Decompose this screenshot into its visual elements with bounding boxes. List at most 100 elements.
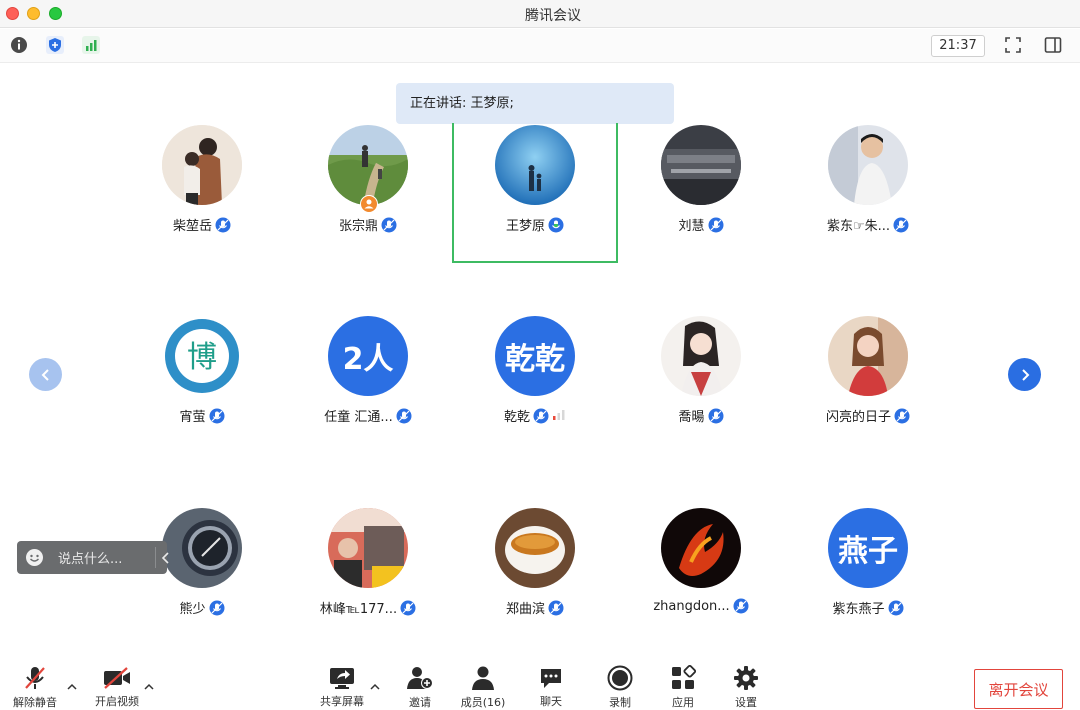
mic-icon bbox=[548, 600, 564, 616]
participant-name: 紫东☞朱... bbox=[826, 219, 891, 234]
participant-tile[interactable]: 喬暘 bbox=[618, 316, 784, 446]
participant-tile[interactable]: 燕子 紫东燕子 bbox=[785, 508, 951, 638]
share-options-chevron-icon[interactable] bbox=[369, 682, 381, 692]
participant-tile[interactable]: 博 宵萤 bbox=[119, 316, 285, 446]
avatar bbox=[495, 508, 575, 588]
members-button[interactable]: 成员(16) bbox=[458, 665, 508, 709]
avatar-initial: 燕子 bbox=[838, 534, 898, 569]
fullscreen-icon[interactable] bbox=[1002, 34, 1024, 56]
weak-signal-icon bbox=[552, 408, 566, 424]
avatar bbox=[495, 125, 575, 205]
apps-label: 应用 bbox=[672, 696, 694, 709]
meeting-time: 21:37 bbox=[931, 35, 985, 57]
mic-icon bbox=[733, 598, 749, 614]
mic-icon bbox=[209, 600, 225, 616]
info-icon[interactable] bbox=[8, 34, 30, 56]
participant-name: 闪亮的日子 bbox=[825, 410, 891, 425]
apps-grid-icon bbox=[668, 665, 698, 691]
shield-icon[interactable] bbox=[44, 34, 66, 56]
collapse-chevron-icon[interactable] bbox=[161, 552, 171, 564]
mic-icon bbox=[888, 600, 904, 616]
avatar bbox=[328, 125, 408, 205]
members-icon bbox=[468, 665, 498, 691]
record-button[interactable]: 录制 bbox=[605, 665, 635, 709]
participant-tile[interactable]: 林峰℡177... bbox=[285, 508, 451, 638]
participant-tile[interactable]: zhangdon... bbox=[618, 508, 784, 638]
svg-text:博: 博 bbox=[187, 340, 217, 375]
participant-name: 张宗鼎 bbox=[338, 219, 378, 234]
settings-label: 设置 bbox=[735, 696, 757, 709]
bottom-toolbar: 解除静音 开启视频 共享屏幕 邀请 成员(16) 聊天 录制 应用 设置 bbox=[0, 657, 1080, 710]
participant-name: 柴堃岳 bbox=[172, 219, 212, 234]
participant-name: 喬暘 bbox=[678, 410, 705, 425]
next-page-button[interactable] bbox=[1008, 358, 1041, 391]
avatar: 博 bbox=[162, 316, 242, 396]
participant-tile[interactable]: 张宗鼎 bbox=[285, 125, 451, 255]
chat-button[interactable]: 聊天 bbox=[536, 665, 566, 709]
emoji-icon[interactable] bbox=[25, 548, 44, 567]
participant-name: zhangdon... bbox=[653, 598, 730, 614]
participant-tile[interactable]: 2人 任童 汇通... bbox=[285, 316, 451, 446]
title-bar: 腾讯会议 bbox=[0, 0, 1080, 28]
avatar: 乾乾 bbox=[495, 316, 575, 396]
leave-meeting-button[interactable]: 离开会议 bbox=[974, 669, 1063, 709]
mic-icon bbox=[400, 600, 416, 616]
network-signal-icon[interactable] bbox=[80, 34, 102, 56]
gear-icon bbox=[731, 665, 761, 691]
chat-icon bbox=[536, 665, 566, 690]
participant-tile[interactable]: 刘慧 bbox=[618, 125, 784, 255]
mic-icon bbox=[381, 217, 397, 233]
avatar bbox=[661, 508, 741, 588]
avatar bbox=[162, 125, 242, 205]
quick-chat-input[interactable]: 说点什么... bbox=[17, 541, 169, 574]
participant-name: 王梦原 bbox=[505, 219, 545, 234]
mic-icon bbox=[533, 408, 549, 424]
chat-placeholder: 说点什么... bbox=[58, 552, 123, 567]
meeting-window: 腾讯会议 21:37 正在讲话: 王梦原; 柴堃岳 张宗鼎 王梦原 刘慧 紫东☞… bbox=[0, 0, 1080, 710]
members-label: 成员(16) bbox=[460, 696, 506, 709]
audio-options-chevron-icon[interactable] bbox=[66, 682, 78, 692]
participant-name: 熊少 bbox=[179, 602, 206, 617]
mic-icon bbox=[708, 408, 724, 424]
mic-icon bbox=[209, 408, 225, 424]
unmute-button[interactable]: 解除静音 bbox=[10, 665, 60, 709]
mic-icon bbox=[708, 217, 724, 233]
settings-button[interactable]: 设置 bbox=[731, 665, 761, 709]
mic-icon bbox=[893, 217, 909, 233]
participant-name: 宵萤 bbox=[179, 410, 206, 425]
avatar: 2人 bbox=[328, 316, 408, 396]
mic-icon bbox=[396, 408, 412, 424]
video-options-chevron-icon[interactable] bbox=[143, 682, 155, 692]
avatar bbox=[162, 508, 242, 588]
apps-button[interactable]: 应用 bbox=[668, 665, 698, 709]
speaking-banner: 正在讲话: 王梦原; bbox=[396, 83, 674, 124]
start-video-button[interactable]: 开启视频 bbox=[92, 665, 142, 709]
share-screen-icon bbox=[327, 665, 357, 690]
invite-button[interactable]: 邀请 bbox=[405, 665, 435, 709]
divider bbox=[155, 547, 156, 568]
participant-tile[interactable]: 闪亮的日子 bbox=[785, 316, 951, 446]
window-title: 腾讯会议 bbox=[525, 8, 581, 24]
avatar bbox=[828, 125, 908, 205]
avatar-initial: 2人 bbox=[342, 342, 394, 377]
chevron-left-icon bbox=[41, 368, 49, 381]
participant-tile[interactable]: 紫东☞朱... bbox=[785, 125, 951, 255]
participant-tile[interactable]: 郑曲滨 bbox=[452, 508, 618, 638]
sidebar-toggle-icon[interactable] bbox=[1042, 34, 1064, 56]
mic-muted-icon bbox=[20, 665, 50, 691]
camera-off-icon bbox=[102, 665, 132, 690]
mic-icon bbox=[894, 408, 910, 424]
record-label: 录制 bbox=[609, 696, 631, 709]
top-toolbar bbox=[0, 29, 1080, 63]
chevron-right-icon bbox=[1021, 368, 1029, 381]
participant-tile[interactable]: 乾乾 乾乾 bbox=[452, 316, 618, 446]
add-user-icon bbox=[405, 665, 435, 691]
share-screen-button[interactable]: 共享屏幕 bbox=[317, 665, 367, 709]
participant-tile-active[interactable]: 王梦原 bbox=[452, 125, 618, 255]
chat-label: 聊天 bbox=[540, 695, 562, 708]
share-screen-label: 共享屏幕 bbox=[320, 695, 364, 708]
previous-page-button[interactable] bbox=[29, 358, 62, 391]
participant-tile[interactable]: 柴堃岳 bbox=[119, 125, 285, 255]
avatar bbox=[328, 508, 408, 588]
mic-speaking-icon bbox=[548, 217, 564, 233]
